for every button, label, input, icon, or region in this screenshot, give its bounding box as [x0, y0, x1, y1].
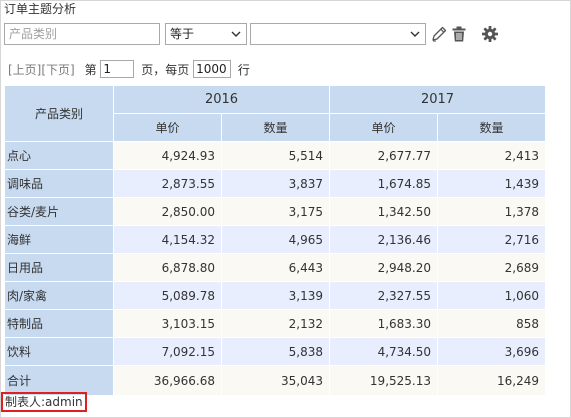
row-category: 点心 — [4, 141, 114, 170]
cell-value: 35,043 — [221, 365, 330, 396]
cell-value: 2,132 — [221, 309, 330, 338]
cell-value: 4,154.32 — [113, 225, 222, 254]
cell-value: 5,838 — [221, 337, 330, 366]
page-size-input[interactable]: 1000 — [193, 60, 232, 78]
cell-value: 2,689 — [437, 253, 546, 282]
operator-value: 等于 — [170, 27, 195, 41]
row-category: 调味品 — [4, 169, 114, 198]
cell-value: 2,677.77 — [329, 141, 438, 170]
cell-value: 3,103.15 — [113, 309, 222, 338]
value-select[interactable] — [250, 23, 426, 45]
category-input[interactable]: 产品类别 — [4, 23, 160, 45]
cell-value: 36,966.68 — [113, 365, 222, 396]
row-category: 合计 — [4, 365, 114, 396]
cell-value: 2,850.00 — [113, 197, 222, 226]
page-prefix: 第 — [84, 62, 97, 77]
page-suffix: 页，每页 — [141, 62, 190, 77]
column-header-measure: 单价 — [113, 113, 222, 142]
page-title: 订单主题分析 — [4, 2, 77, 16]
pivot-table: 产品类别 2016 2017 单价 数量 单价 数量 点心 4,924.93 5… — [4, 85, 546, 396]
cell-value: 2,716 — [437, 225, 546, 254]
cell-value: 4,924.93 — [113, 141, 222, 170]
cell-value: 1,674.85 — [329, 169, 438, 198]
table-row: 特制品 3,103.15 2,132 1,683.30 858 — [4, 309, 546, 338]
row-category: 谷类/麦片 — [4, 197, 114, 226]
cell-value: 1,683.30 — [329, 309, 438, 338]
cell-value: 2,948.20 — [329, 253, 438, 282]
table-row: 谷类/麦片 2,850.00 3,175 1,342.50 1,378 — [4, 197, 546, 226]
table-row-total: 合计 36,966.68 35,043 19,525.13 16,249 — [4, 365, 546, 396]
cell-value: 19,525.13 — [329, 365, 438, 396]
pagination-bar: [上页][下页] 第 1 页，每页 1000 行 — [8, 60, 250, 80]
row-category: 特制品 — [4, 309, 114, 338]
table-row: 海鲜 4,154.32 4,965 2,136.46 2,716 — [4, 225, 546, 254]
operator-select[interactable]: 等于 — [165, 23, 247, 45]
row-header-category: 产品类别 — [4, 85, 114, 142]
cell-value: 1,439 — [437, 169, 546, 198]
row-category: 日用品 — [4, 253, 114, 282]
table-row: 饮料 7,092.15 5,838 4,734.50 3,696 — [4, 337, 546, 366]
row-category: 海鲜 — [4, 225, 114, 254]
table-row: 调味品 2,873.55 3,837 1,674.85 1,439 — [4, 169, 546, 198]
next-page-link[interactable]: [下页] — [41, 61, 74, 78]
cell-value: 5,514 — [221, 141, 330, 170]
cell-value: 2,327.55 — [329, 281, 438, 310]
chevron-down-icon — [410, 31, 420, 37]
chevron-down-icon — [231, 31, 241, 37]
cell-value: 2,413 — [437, 141, 546, 170]
table-row: 日用品 6,878.80 6,443 2,948.20 2,689 — [4, 253, 546, 282]
cell-value: 16,249 — [437, 365, 546, 396]
cell-value: 7,092.15 — [113, 337, 222, 366]
column-header-measure: 数量 — [221, 113, 330, 142]
row-category: 肉/家禽 — [4, 281, 114, 310]
table-row: 点心 4,924.93 5,514 2,677.77 2,413 — [4, 141, 546, 170]
row-suffix: 行 — [237, 62, 250, 77]
row-category: 饮料 — [4, 337, 114, 366]
cell-value: 3,139 — [221, 281, 330, 310]
cell-value: 3,696 — [437, 337, 546, 366]
page-number-input[interactable]: 1 — [100, 60, 135, 78]
cell-value: 6,443 — [221, 253, 330, 282]
cell-value: 6,878.80 — [113, 253, 222, 282]
column-header-year: 2017 — [329, 85, 546, 114]
cell-value: 1,342.50 — [329, 197, 438, 226]
table-row: 肉/家禽 5,089.78 3,139 2,327.55 1,060 — [4, 281, 546, 310]
trash-icon[interactable] — [450, 25, 468, 43]
cell-value: 3,175 — [221, 197, 330, 226]
header-row-years: 产品类别 2016 2017 — [4, 85, 546, 142]
prev-page-link[interactable]: [上页] — [8, 61, 41, 78]
pencil-icon[interactable] — [430, 25, 448, 43]
cell-value: 1,060 — [437, 281, 546, 310]
column-header-measure: 单价 — [329, 113, 438, 142]
cell-value: 4,965 — [221, 225, 330, 254]
gear-icon[interactable] — [481, 25, 499, 43]
author-label: 制表人:admin — [1, 392, 87, 412]
cell-value: 4,734.50 — [329, 337, 438, 366]
cell-value: 2,136.46 — [329, 225, 438, 254]
cell-value: 5,089.78 — [113, 281, 222, 310]
cell-value: 858 — [437, 309, 546, 338]
cell-value: 1,378 — [437, 197, 546, 226]
cell-value: 2,873.55 — [113, 169, 222, 198]
column-header-measure: 数量 — [437, 113, 546, 142]
column-header-year: 2016 — [113, 85, 330, 114]
cell-value: 3,837 — [221, 169, 330, 198]
